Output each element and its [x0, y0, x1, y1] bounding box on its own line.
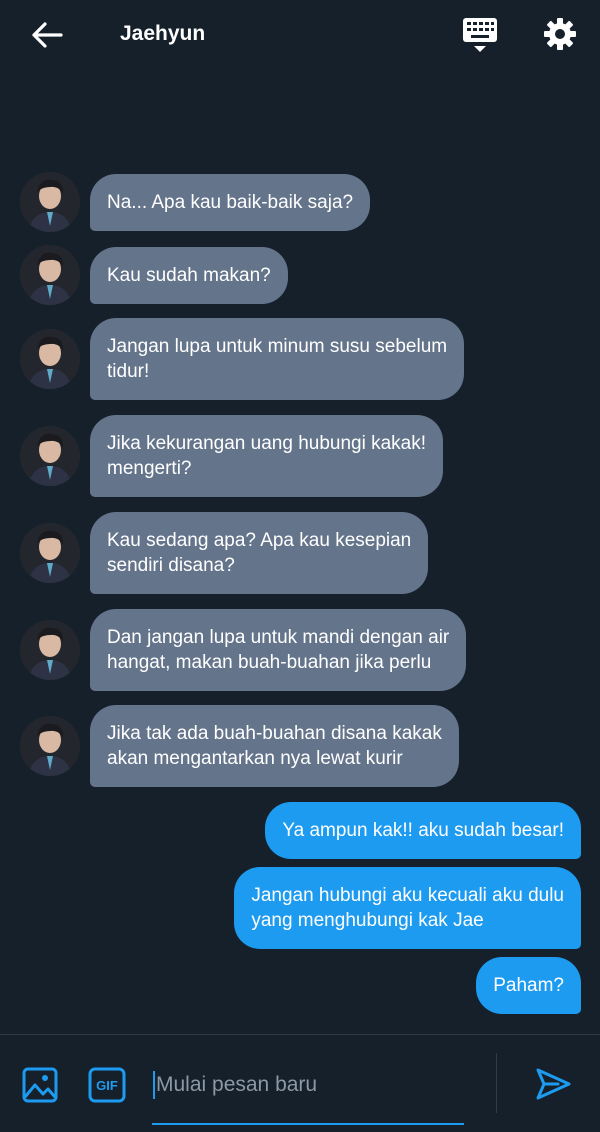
avatar[interactable] [20, 172, 80, 232]
incoming-message: Dan jangan lupa untuk mandi dengan air h… [20, 609, 467, 691]
avatar[interactable] [20, 523, 80, 583]
keyboard-icon [463, 18, 497, 52]
incoming-message: Kau sudah makan? [20, 245, 288, 305]
input-underline [152, 1123, 464, 1125]
avatar[interactable] [20, 716, 80, 776]
message-list[interactable]: Na... Apa kau baik-baik saja? Kau sudah … [0, 70, 600, 1034]
send-button[interactable] [534, 1065, 574, 1105]
message-bubble[interactable]: Na... Apa kau baik-baik saja? [90, 173, 371, 231]
message-bubble[interactable]: Dan jangan lupa untuk mandi dengan air h… [90, 609, 467, 691]
avatar[interactable] [20, 329, 80, 389]
outgoing-message-bubble[interactable]: Ya ampun kak!! aku sudah besar! [265, 802, 581, 859]
arrow-left-icon [32, 22, 63, 48]
message-composer: GIF [0, 1034, 600, 1132]
dm-screen: Jaehyun Na... Apa kau baik-baik saja? Ka… [0, 0, 600, 1132]
text-caret [153, 1071, 155, 1099]
conversation-header: Jaehyun [0, 0, 600, 70]
send-icon [536, 1068, 571, 1100]
outgoing-message-bubble[interactable]: Paham? [476, 957, 581, 1014]
message-bubble[interactable]: Jangan lupa untuk minum susu sebelum tid… [90, 318, 465, 400]
settings-button[interactable] [540, 14, 580, 54]
back-button[interactable] [28, 16, 66, 54]
message-bubble[interactable]: Kau sedang apa? Apa kau kesepian sendiri… [90, 512, 429, 594]
message-bubble[interactable]: Jika tak ada buah-buahan disana kakak ak… [90, 705, 459, 787]
gif-label: GIF [96, 1078, 118, 1093]
gear-icon [544, 18, 576, 50]
keyboard-button[interactable] [460, 16, 500, 54]
avatar[interactable] [20, 245, 80, 305]
outgoing-message-bubble[interactable]: Jangan hubungi aku kecuali aku dulu yang… [234, 867, 581, 949]
incoming-message: Kau sedang apa? Apa kau kesepian sendiri… [20, 512, 429, 594]
add-media-button[interactable] [22, 1067, 58, 1103]
incoming-message: Jika kekurangan uang hubungi kakak! meng… [20, 415, 444, 497]
message-bubble[interactable]: Kau sudah makan? [90, 246, 288, 304]
message-input[interactable] [152, 1067, 468, 1103]
message-bubble[interactable]: Jika kekurangan uang hubungi kakak! meng… [90, 415, 444, 497]
incoming-message: Na... Apa kau baik-baik saja? [20, 172, 371, 232]
avatar[interactable] [20, 426, 80, 486]
incoming-message: Jika tak ada buah-buahan disana kakak ak… [20, 705, 459, 787]
divider [496, 1053, 497, 1113]
avatar[interactable] [20, 620, 80, 680]
gif-button[interactable]: GIF [88, 1067, 126, 1103]
incoming-message: Jangan lupa untuk minum susu sebelum tid… [20, 318, 465, 400]
contact-name[interactable]: Jaehyun [120, 22, 205, 46]
image-icon [22, 1067, 58, 1103]
